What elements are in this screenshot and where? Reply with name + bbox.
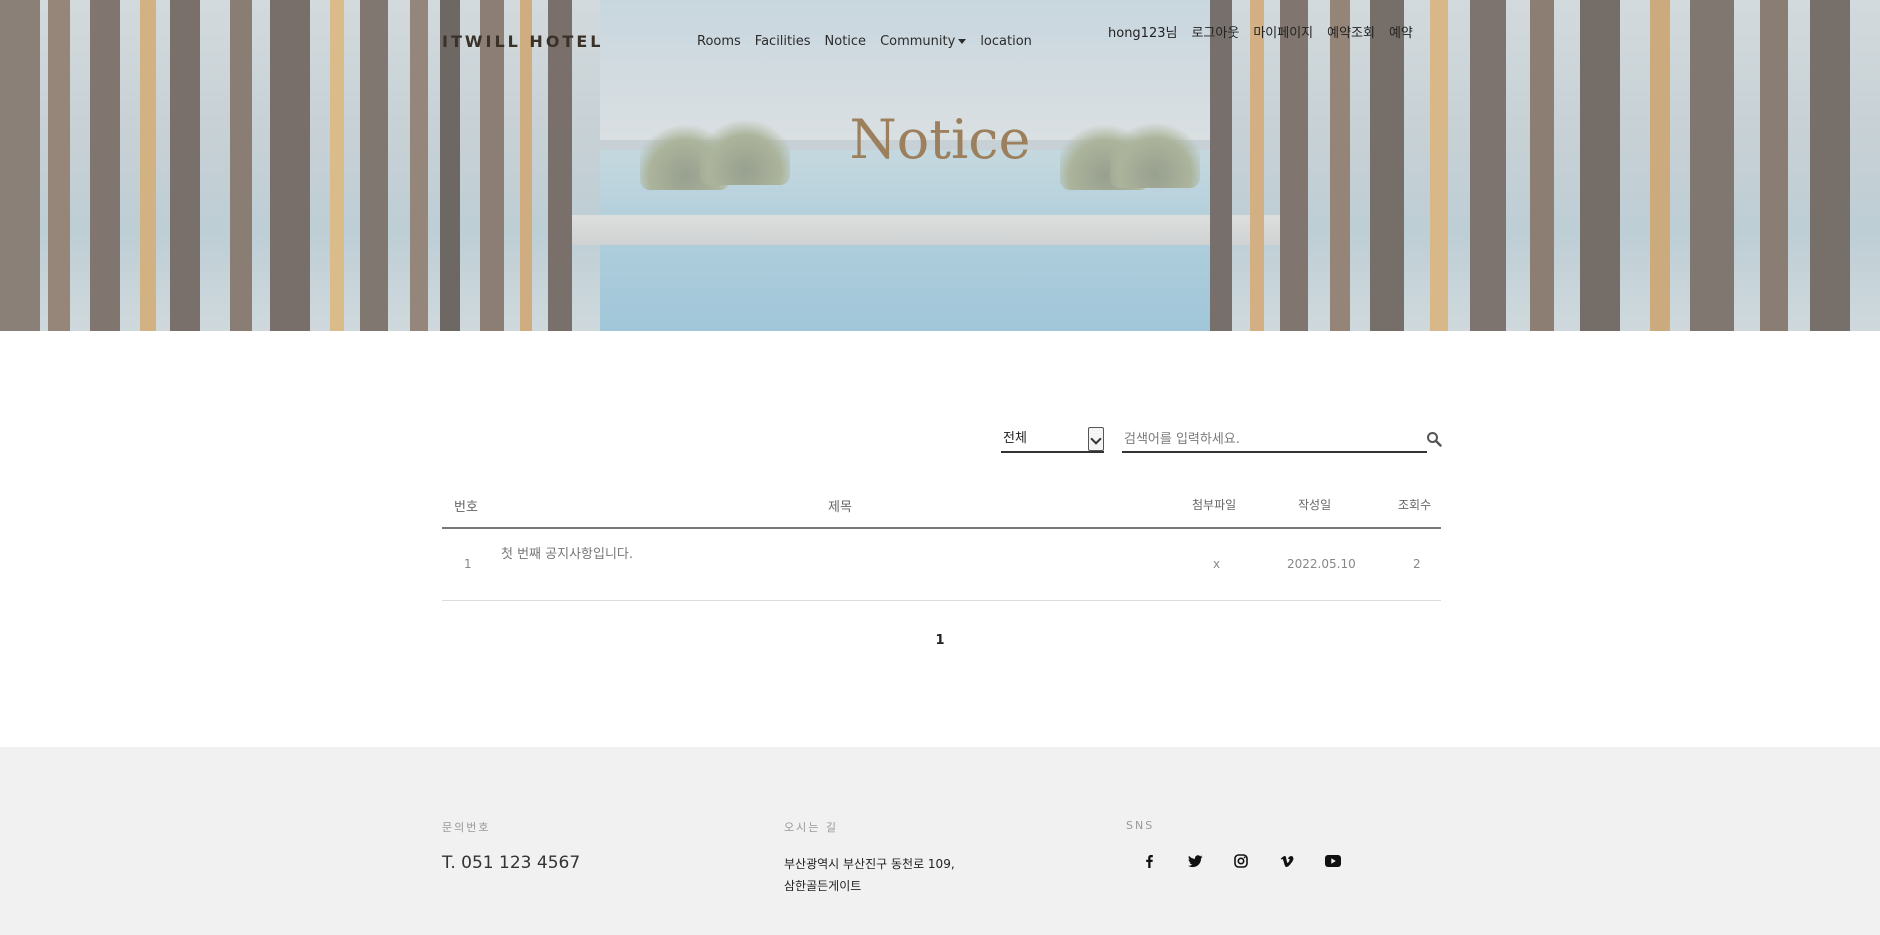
address: 부산광역시 부산진구 동천로 109, 삼한골든게이트 xyxy=(784,853,955,897)
page-title: Notice xyxy=(849,108,1031,171)
row-attachment: x xyxy=(1213,557,1221,571)
pagination: 1 xyxy=(0,633,1880,648)
nav-location[interactable]: location xyxy=(980,34,1032,49)
nav-facilities[interactable]: Facilities xyxy=(755,34,811,49)
notice-table: 번호 제목 첨부파일 작성일 조회수 1 첫 번째 공지사항입니다. x 202… xyxy=(442,490,1441,601)
twitter-icon[interactable] xyxy=(1186,852,1204,870)
col-views: 조회수 xyxy=(1398,498,1432,512)
youtube-icon[interactable] xyxy=(1324,852,1342,870)
address-line-1: 부산광역시 부산진구 동천로 109, xyxy=(784,857,955,871)
search-bar: 전체 xyxy=(1001,427,1442,453)
nav-rooms[interactable]: Rooms xyxy=(697,34,741,49)
col-number: 번호 xyxy=(454,500,478,515)
footer: 문의번호 T. 051 123 4567 오시는 길 부산광역시 부산진구 동천… xyxy=(0,747,1880,935)
phone-number: T. 051 123 4567 xyxy=(442,853,581,873)
nav-notice[interactable]: Notice xyxy=(825,34,867,49)
chevron-down-icon[interactable] xyxy=(1088,427,1104,451)
sns-label: SNS xyxy=(1126,819,1155,832)
mypage-link[interactable]: 마이페이지 xyxy=(1253,22,1313,41)
footer-sns: SNS xyxy=(1126,819,1342,870)
vimeo-icon[interactable] xyxy=(1278,852,1296,870)
table-header: 번호 제목 첨부파일 작성일 조회수 xyxy=(442,490,1441,529)
row-title[interactable]: 첫 번째 공지사항입니다. xyxy=(501,543,633,562)
col-title: 제목 xyxy=(828,500,852,515)
nav-community[interactable]: Community xyxy=(880,34,967,49)
col-attachment: 첨부파일 xyxy=(1192,498,1237,512)
footer-contact: 문의번호 T. 051 123 4567 xyxy=(442,819,580,873)
footer-directions: 오시는 길 부산광역시 부산진구 동천로 109, 삼한골든게이트 xyxy=(784,819,955,897)
main-nav: Rooms Facilities Notice Community locati… xyxy=(697,34,1032,49)
instagram-icon[interactable] xyxy=(1232,852,1250,870)
category-select[interactable]: 전체 xyxy=(1001,427,1104,453)
reservation-check-link[interactable]: 예약조회 xyxy=(1327,22,1375,41)
row-views: 2 xyxy=(1413,557,1421,571)
table-row[interactable]: 1 첫 번째 공지사항입니다. x 2022.05.10 2 xyxy=(442,529,1441,601)
search-input[interactable] xyxy=(1122,427,1427,453)
hero-banner: ITWILL HOTEL Rooms Facilities Notice Com… xyxy=(0,0,1880,331)
facebook-icon[interactable] xyxy=(1140,852,1158,870)
address-line-2: 삼한골든게이트 xyxy=(784,879,862,893)
row-number: 1 xyxy=(464,557,472,571)
reservation-link[interactable]: 예약 xyxy=(1389,22,1413,41)
contact-label: 문의번호 xyxy=(442,821,491,834)
caret-down-icon xyxy=(958,39,967,44)
row-date: 2022.05.10 xyxy=(1287,557,1356,571)
directions-label: 오시는 길 xyxy=(784,821,838,834)
user-greeting[interactable]: hong123님 xyxy=(1108,22,1177,41)
search-icon[interactable] xyxy=(1426,431,1442,447)
user-menu: hong123님 로그아웃 마이페이지 예약조회 예약 xyxy=(1108,22,1413,41)
sns-links xyxy=(1126,852,1342,870)
nav-community-label: Community xyxy=(880,34,956,49)
logout-link[interactable]: 로그아웃 xyxy=(1191,22,1239,41)
page-number-current[interactable]: 1 xyxy=(935,633,944,648)
site-logo[interactable]: ITWILL HOTEL xyxy=(442,32,603,51)
category-select-value: 전체 xyxy=(1003,431,1027,446)
col-date: 작성일 xyxy=(1298,498,1332,512)
